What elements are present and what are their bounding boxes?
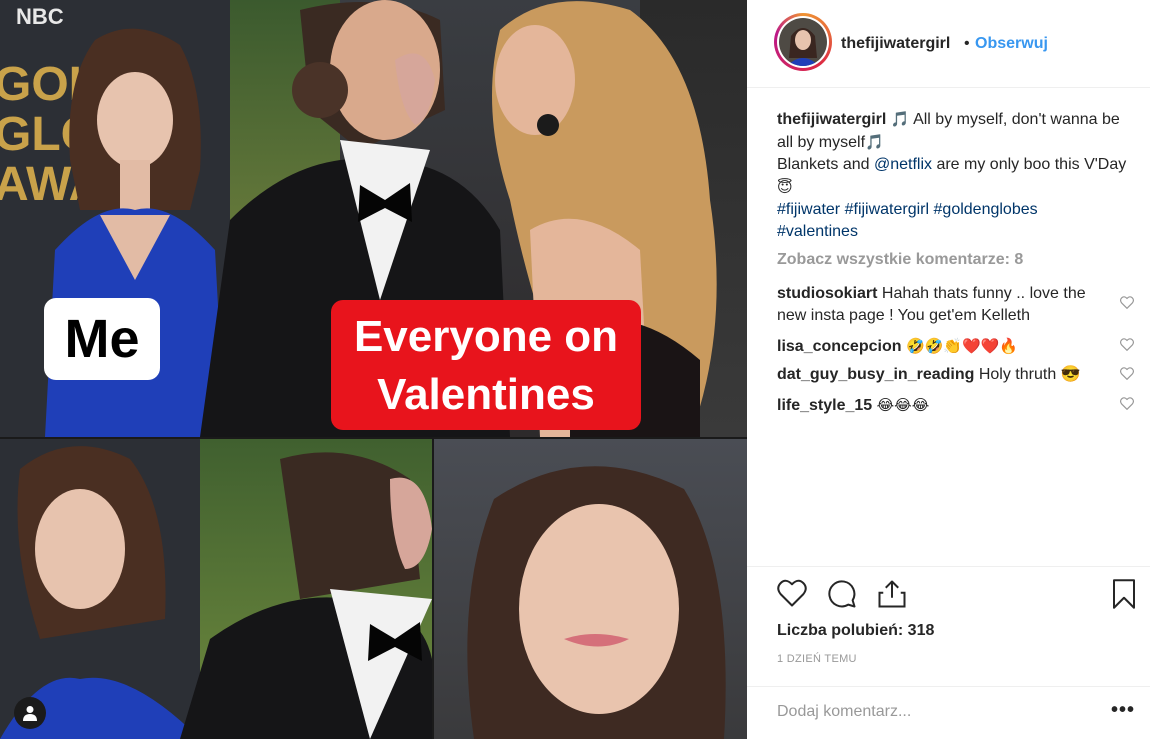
header-separator: • bbox=[964, 35, 970, 52]
comment-item: studiosokiart Hahah thats funny .. love … bbox=[777, 283, 1107, 327]
comment-item: life_style_15 😂😂😂 bbox=[777, 394, 1107, 417]
more-options-icon[interactable]: ••• bbox=[1111, 699, 1135, 722]
music-emoji-2: 🎵 bbox=[865, 133, 884, 151]
caption-mention[interactable]: @netflix bbox=[874, 156, 932, 173]
caption-line2b: are my only boo this V'Day bbox=[932, 156, 1127, 173]
header-username[interactable]: thefijiwatergirl bbox=[841, 35, 950, 53]
comment-text: 😂😂😂 bbox=[876, 396, 930, 414]
hashtag-valentines[interactable]: #valentines bbox=[777, 223, 858, 240]
woman-left-figure-closeup bbox=[0, 446, 200, 739]
comment-item: dat_guy_busy_in_reading Holy thruth 😎 bbox=[777, 364, 1107, 386]
follow-button[interactable]: Obserwuj bbox=[975, 35, 1048, 53]
meme-panel-bottom-right bbox=[434, 439, 747, 739]
post-header: thefijiwatergirl • Obserwuj bbox=[747, 0, 1150, 88]
add-comment-input[interactable]: Dodaj komentarz... bbox=[777, 703, 911, 721]
user-icon bbox=[23, 706, 37, 721]
meme-panel-bottom-left bbox=[0, 439, 432, 739]
comment-like-heart-icon[interactable] bbox=[1120, 296, 1134, 309]
comment-bubble-icon[interactable] bbox=[826, 579, 858, 609]
comment-item: lisa_concepcion 🤣🤣👏❤️❤️🔥 bbox=[777, 335, 1107, 358]
bookmark-icon[interactable] bbox=[1111, 579, 1137, 609]
comment-username[interactable]: life_style_15 bbox=[777, 397, 872, 414]
post-caption: thefijiwatergirl 🎵 All by myself, don't … bbox=[777, 108, 1137, 243]
share-icon[interactable] bbox=[877, 579, 907, 609]
angel-emoji: 😇 bbox=[777, 178, 793, 196]
post-timestamp[interactable]: 1 DZIEŃ TEMU bbox=[777, 653, 857, 665]
comment-text: 🤣🤣👏❤️❤️🔥 bbox=[905, 337, 1019, 355]
comment-username[interactable]: studiosokiart bbox=[777, 285, 877, 302]
tagged-account-button[interactable] bbox=[14, 697, 46, 729]
post-sidebar: thefijiwatergirl • Obserwuj thefijiwater… bbox=[747, 0, 1150, 739]
meme-label-everyone: Everyone on Valentines bbox=[331, 300, 641, 430]
comment-like-heart-icon[interactable] bbox=[1120, 338, 1134, 351]
post-media[interactable]: NBC GOLD GLO AWA Me Everyone on Valentin… bbox=[0, 0, 747, 739]
caption-line2: Blankets and bbox=[777, 156, 874, 173]
comment-like-heart-icon[interactable] bbox=[1120, 367, 1134, 380]
meme-panel-top: NBC GOLD GLO AWA Me Everyone on Valentin… bbox=[0, 0, 747, 437]
avatar-image bbox=[779, 18, 827, 66]
comment-username[interactable]: lisa_concepcion bbox=[777, 338, 902, 355]
man-figure-closeup bbox=[180, 452, 432, 739]
hashtag-fijiwater[interactable]: #fijiwater bbox=[777, 201, 840, 218]
comment-username[interactable]: dat_guy_busy_in_reading bbox=[777, 366, 974, 383]
add-comment-row: Dodaj komentarz... ••• bbox=[747, 686, 1150, 740]
woman-closeup-figure bbox=[467, 466, 726, 739]
hashtag-fijiwatergirl[interactable]: #fijiwatergirl bbox=[845, 201, 929, 218]
comment-like-heart-icon[interactable] bbox=[1120, 397, 1134, 410]
profile-avatar[interactable] bbox=[774, 13, 832, 71]
caption-username[interactable]: thefijiwatergirl bbox=[777, 111, 886, 128]
likes-count[interactable]: Liczba polubień: 318 bbox=[777, 622, 934, 640]
music-emoji: 🎵 bbox=[890, 110, 910, 128]
meme-label-me: Me bbox=[44, 298, 160, 380]
hashtag-goldenglobes[interactable]: #goldenglobes bbox=[934, 201, 1038, 218]
like-heart-icon[interactable] bbox=[777, 579, 807, 607]
view-all-comments-link[interactable]: Zobacz wszystkie komentarze: 8 bbox=[777, 251, 1023, 269]
comment-text: Holy thruth 😎 bbox=[978, 366, 1081, 383]
